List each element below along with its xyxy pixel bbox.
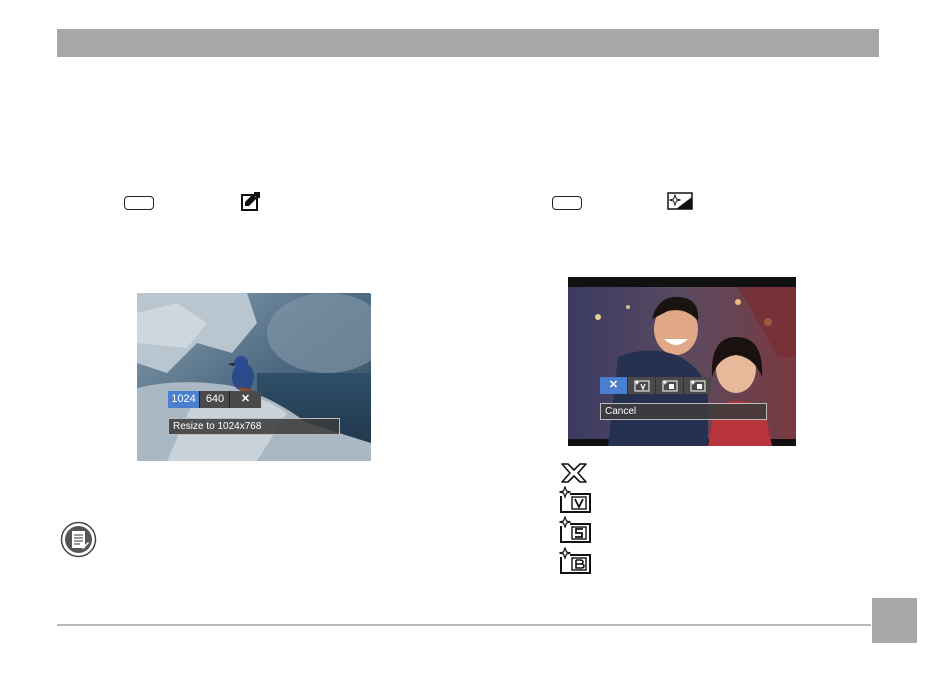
page-header-bar [57, 29, 879, 57]
enhance-v-icon [558, 485, 592, 513]
enhance-s-icon [558, 515, 592, 543]
resize-option-640[interactable]: 640 [199, 391, 230, 408]
resize-edit-icon [241, 192, 263, 212]
enhance-option-bar: ✕ [600, 377, 711, 394]
cancel-x-icon [558, 461, 592, 487]
page-number [872, 598, 917, 643]
enhance-s-icon [662, 380, 678, 392]
enhance-b-option[interactable] [684, 377, 711, 394]
enhance-v-option[interactable] [628, 377, 655, 394]
resize-option-bar: 1024 640 ✕ [168, 391, 261, 408]
enhance-preview-photo: ✕ Cancel [568, 277, 796, 446]
enhance-b-icon [558, 546, 592, 574]
resize-preview-photo: 1024 640 ✕ Resize to 1024x768 [137, 293, 371, 461]
footer-rule [57, 624, 871, 626]
memo-note-icon [60, 521, 97, 558]
resize-cancel-option[interactable]: ✕ [229, 391, 261, 408]
button-key-icon [124, 196, 154, 210]
resize-option-1024[interactable]: 1024 [168, 391, 199, 408]
enhance-caption: Cancel [600, 403, 767, 420]
enhance-cancel-option[interactable]: ✕ [600, 377, 627, 394]
button-key-icon [552, 196, 582, 210]
sparkle-enhance-icon [667, 192, 693, 210]
enhance-b-icon [690, 380, 706, 392]
enhance-s-option[interactable] [656, 377, 683, 394]
resize-caption: Resize to 1024x768 [168, 418, 340, 435]
enhance-v-icon [634, 380, 650, 392]
